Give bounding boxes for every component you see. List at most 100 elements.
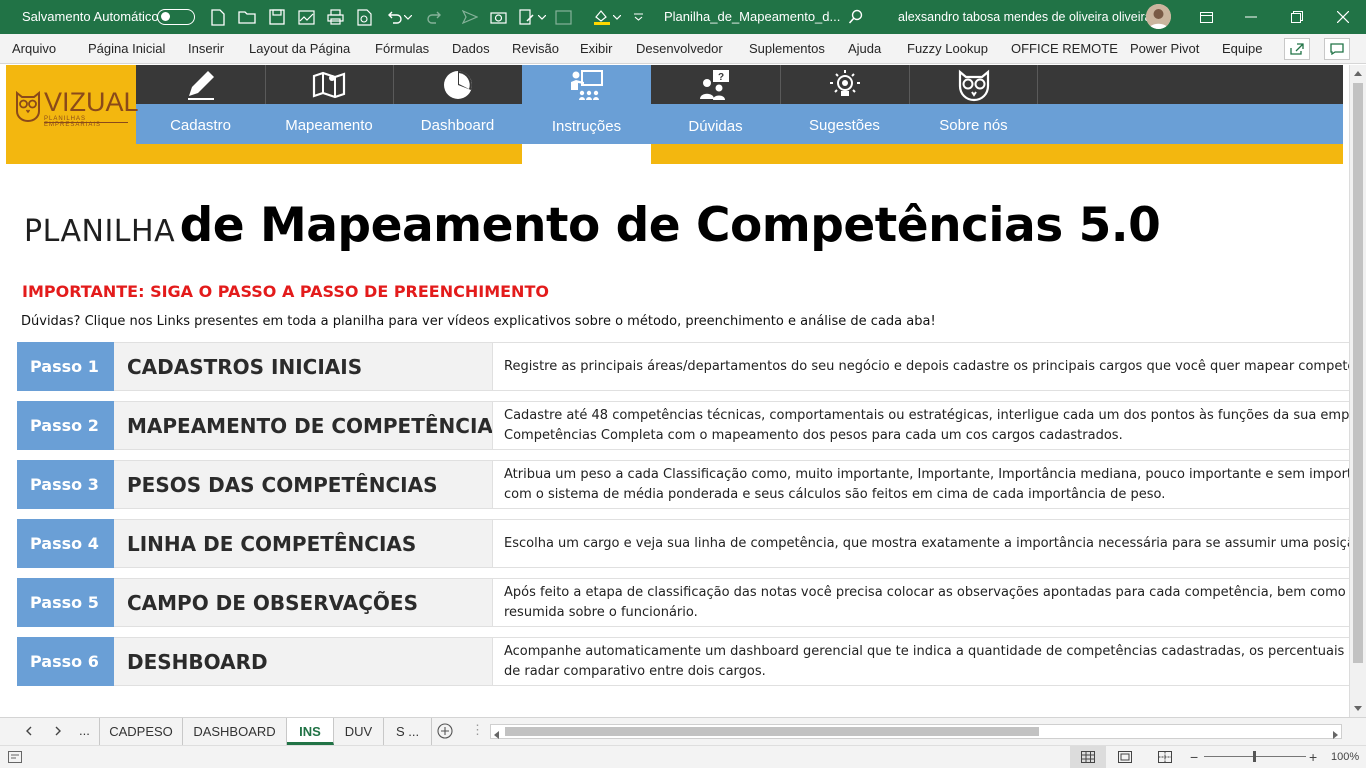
pie-chart-icon (393, 65, 522, 104)
search-icon[interactable] (846, 7, 866, 27)
open-folder-icon[interactable] (237, 7, 257, 27)
share-button[interactable] (1284, 38, 1310, 60)
minimize-icon[interactable] (1238, 4, 1264, 30)
map-icon (265, 65, 393, 104)
page-break-icon[interactable] (1158, 751, 1172, 766)
comments-button[interactable] (1324, 38, 1350, 60)
step-number[interactable]: Passo 4 (17, 519, 114, 568)
sheet-tab-dashboard[interactable]: DASHBOARD (183, 718, 287, 745)
print-preview-icon[interactable] (354, 7, 374, 27)
sheet-tab-cadpeso[interactable]: CADPESO (99, 718, 183, 745)
scroll-up-icon[interactable] (1354, 71, 1362, 76)
step-number[interactable]: Passo 5 (17, 578, 114, 627)
step-name[interactable]: CADASTROS INICIAIS (114, 342, 492, 391)
step-number[interactable]: Passo 3 (17, 460, 114, 509)
splitter-icon[interactable]: ⋮ (471, 722, 484, 738)
horizontal-scrollbar[interactable] (490, 724, 1342, 739)
nav-mapeamento[interactable]: Mapeamento (265, 65, 393, 144)
print-icon[interactable] (325, 7, 345, 27)
close-icon[interactable] (1330, 4, 1356, 30)
save-icon[interactable] (267, 7, 287, 27)
step-name[interactable]: CAMPO DE OBSERVAÇÕES (114, 578, 492, 627)
zoom-level[interactable]: 100% (1331, 751, 1359, 763)
prev-sheet-icon[interactable] (26, 724, 32, 739)
tab-desenvolvedor[interactable]: Desenvolvedor (636, 41, 723, 56)
tab-equipe[interactable]: Equipe (1222, 41, 1262, 56)
step-name[interactable]: LINHA DE COMPETÊNCIAS (114, 519, 492, 568)
send-icon[interactable] (460, 7, 480, 27)
nav-label: Dúvidas (688, 118, 743, 135)
form-icon[interactable] (517, 7, 537, 27)
tab-arquivo[interactable]: Arquivo (12, 41, 56, 56)
scroll-down-icon[interactable] (1354, 706, 1362, 711)
worksheet[interactable]: VIZUAL PLANILHAS EMPRESARIAIS Cadastro M… (0, 65, 1349, 717)
nav-sobre-nos[interactable]: Sobre nós (909, 65, 1038, 144)
tab-power-pivot[interactable]: Power Pivot (1130, 41, 1199, 56)
tab-revisao[interactable]: Revisão (512, 41, 559, 56)
step-name[interactable]: DESHBOARD (114, 637, 492, 686)
add-sheet-icon[interactable] (437, 723, 453, 742)
user-name[interactable]: alexsandro tabosa mendes de oliveira oli… (898, 10, 1152, 24)
svg-text:?: ? (717, 72, 723, 83)
normal-view-icon[interactable] (1070, 746, 1106, 768)
horizontal-scroll-thumb[interactable] (505, 727, 1039, 736)
customize-toolbar-icon[interactable] (632, 7, 644, 27)
zoom-in-icon[interactable]: + (1309, 749, 1317, 765)
nav-dashboard[interactable]: Dashboard (393, 65, 522, 144)
owl-icon (909, 65, 1038, 104)
tab-exibir[interactable]: Exibir (580, 41, 613, 56)
tab-suplementos[interactable]: Suplementos (749, 41, 825, 56)
nav-cadastro[interactable]: Cadastro (136, 65, 265, 144)
redo-icon[interactable] (424, 7, 444, 27)
vertical-scroll-thumb[interactable] (1353, 83, 1363, 663)
more-sheets-left[interactable]: ... (79, 723, 90, 738)
step-number[interactable]: Passo 1 (17, 342, 114, 391)
step-number[interactable]: Passo 6 (17, 637, 114, 686)
camera-icon[interactable] (488, 7, 508, 27)
avatar[interactable] (1146, 4, 1171, 29)
new-file-icon[interactable] (208, 7, 228, 27)
nav-instrucoes[interactable]: Instruções (522, 65, 651, 144)
page-title: PLANILHA de Mapeamento de Competências 5… (24, 198, 1161, 253)
sheet-tab-duv[interactable]: DUV (334, 718, 384, 745)
scroll-right-icon[interactable] (1333, 727, 1338, 742)
step-description: Escolha um cargo e veja sua linha de com… (492, 519, 1349, 568)
autosave-toggle[interactable] (157, 9, 195, 25)
step-number[interactable]: Passo 2 (17, 401, 114, 450)
scroll-left-icon[interactable] (494, 727, 499, 742)
nav-label: Cadastro (170, 117, 231, 134)
vertical-scrollbar[interactable] (1349, 65, 1366, 717)
tab-inserir[interactable]: Inserir (188, 41, 224, 56)
macro-record-icon[interactable] (8, 751, 22, 766)
sheet-tab-ins[interactable]: INS (287, 718, 334, 745)
chart-image-icon[interactable] (296, 7, 316, 27)
nav-label: Mapeamento (285, 117, 373, 134)
step-name[interactable]: MAPEAMENTO DE COMPETÊNCIAS (114, 401, 507, 450)
tab-dados[interactable]: Dados (452, 41, 490, 56)
title-small: PLANILHA (24, 214, 176, 249)
restore-icon[interactable] (1284, 4, 1310, 30)
tab-pagina-inicial[interactable]: Página Inicial (88, 41, 165, 56)
tab-fuzzy-lookup[interactable]: Fuzzy Lookup (907, 41, 988, 56)
insert-chart-icon[interactable] (553, 7, 573, 27)
step-name[interactable]: PESOS DAS COMPETÊNCIAS (114, 460, 492, 509)
tab-ajuda[interactable]: Ajuda (848, 41, 881, 56)
undo-icon[interactable] (385, 7, 405, 27)
fill-color-icon[interactable] (592, 7, 612, 27)
form-dropdown-icon[interactable] (537, 7, 547, 27)
zoom-out-icon[interactable]: − (1190, 749, 1198, 765)
nav-duvidas[interactable]: ? Dúvidas (651, 65, 780, 144)
sheet-tab-more[interactable]: S ... (384, 718, 432, 745)
tab-office-remote[interactable]: OFFICE REMOTE (1011, 41, 1118, 56)
undo-dropdown-icon[interactable] (403, 7, 413, 27)
banner-yellow-strip (6, 144, 1343, 164)
tab-formulas[interactable]: Fórmulas (375, 41, 429, 56)
nav-sugestoes[interactable]: Sugestões (780, 65, 909, 144)
tab-layout-da-pagina[interactable]: Layout da Página (249, 41, 350, 56)
fill-color-dropdown-icon[interactable] (612, 7, 622, 27)
next-sheet-icon[interactable] (55, 724, 61, 739)
zoom-slider-knob[interactable] (1253, 751, 1256, 762)
step-row: Passo 3 PESOS DAS COMPETÊNCIAS Atribua u… (17, 460, 1349, 509)
ribbon-display-icon[interactable] (1193, 4, 1219, 30)
page-layout-icon[interactable] (1118, 751, 1132, 766)
